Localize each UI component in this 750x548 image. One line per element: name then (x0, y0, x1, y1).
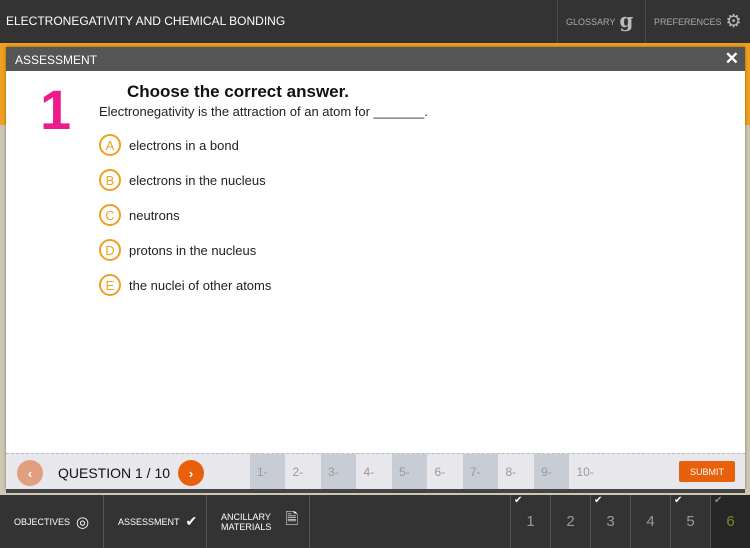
question-jump-5[interactable]: 5- (392, 454, 427, 490)
answer-option-c[interactable]: Cneutrons (99, 204, 180, 226)
option-text: the nuclei of other atoms (129, 277, 272, 293)
page-number: 2 (566, 513, 575, 530)
lesson-title: ELECTRONEGATIVITY AND CHEMICAL BONDING (6, 14, 286, 28)
close-icon[interactable]: ✕ (725, 49, 739, 69)
prev-question-button[interactable]: ‹ (17, 460, 43, 486)
modal-title: ASSESSMENT (15, 53, 98, 67)
option-text: protons in the nucleus (129, 242, 257, 258)
checkmark-icon: ✔ (185, 513, 198, 529)
option-letter: A (99, 134, 121, 156)
assessment-label: ASSESSMENT (118, 516, 180, 527)
page-3[interactable]: ✔ 3 (590, 495, 630, 548)
ancillary-line2: MATERIALS (221, 521, 272, 532)
question-jump-9[interactable]: 9- (534, 454, 569, 490)
glossary-label: GLOSSARY (566, 16, 616, 27)
assessment-tab[interactable]: ASSESSMENT ✔ (104, 495, 207, 548)
objectives-label: OBJECTIVES (14, 516, 71, 527)
gear-icon: ⚙ (725, 11, 742, 31)
option-text: electrons in a bond (129, 137, 239, 153)
top-bar: ELECTRONEGATIVITY AND CHEMICAL BONDING G… (0, 0, 750, 43)
glossary-icon: g (619, 7, 634, 32)
page-number: 6 (726, 513, 735, 530)
option-letter: B (99, 169, 121, 191)
question-jump-4[interactable]: 4- (357, 454, 392, 490)
page-number: 3 (606, 513, 615, 530)
question-jump-8[interactable]: 8- (499, 454, 534, 490)
check-icon: ✔ (514, 495, 523, 506)
page-1[interactable]: ✔ 1 (510, 495, 550, 548)
option-letter: C (99, 204, 121, 226)
question-heading: Choose the correct answer. (127, 82, 350, 101)
option-letter: D (99, 239, 121, 261)
modal-header: ASSESSMENT ✕ (6, 47, 745, 71)
check-icon: ✔ (714, 495, 723, 506)
document-icon: 🗎 (285, 511, 299, 528)
check-icon: ✔ (594, 495, 603, 506)
bottom-nav: OBJECTIVES ◎ ASSESSMENT ✔ ANCILLARY MATERIA… (0, 495, 750, 548)
option-text: electrons in the nucleus (129, 172, 266, 188)
page-number: 4 (646, 513, 655, 530)
question-jump-2[interactable]: 2- (286, 454, 321, 490)
question-number: 1 (40, 78, 72, 141)
target-icon: ◎ (76, 513, 90, 531)
question-jump-6[interactable]: 6- (428, 454, 463, 490)
option-letter: E (99, 274, 121, 296)
option-text: neutrons (129, 207, 180, 223)
page-4[interactable]: 4 (630, 495, 670, 548)
page-5[interactable]: ✔ 5 (670, 495, 710, 548)
preferences-label: PREFERENCES (654, 16, 722, 27)
question-footer: ‹ QUESTION 1 / 10 › 1- 2- 3- 4- 5- 6- 7- 8- 9- 10… (6, 453, 745, 493)
glossary-button[interactable]: GLOSSARY g (557, 0, 645, 43)
check-icon: ✔ (674, 495, 683, 506)
question-jump-10[interactable]: 10- (570, 454, 605, 490)
question-text: Electronegativity is the attraction of a… (99, 104, 428, 119)
answer-option-d[interactable]: Dprotons in the nucleus (99, 239, 256, 261)
ancillary-line1: ANCILLARY (221, 511, 271, 522)
page-2[interactable]: 2 (550, 495, 590, 548)
assessment-modal: ASSESSMENT ✕ 1 Choose the correct answer… (6, 47, 745, 493)
submit-button[interactable]: SUBMIT (679, 461, 735, 482)
question-jump-1[interactable]: 1- (250, 454, 285, 490)
page-number: 1 (526, 513, 535, 530)
answer-option-b[interactable]: Belectrons in the nucleus (99, 169, 266, 191)
question-jump-3[interactable]: 3- (321, 454, 356, 490)
objectives-tab[interactable]: OBJECTIVES ◎ (0, 495, 104, 548)
next-question-button[interactable]: › (178, 460, 204, 486)
question-jump-7[interactable]: 7- (463, 454, 498, 490)
page-number: 5 (686, 513, 695, 530)
answer-option-a[interactable]: Aelectrons in a bond (99, 134, 239, 156)
page-6[interactable]: ✔ 6 (710, 495, 750, 548)
question-counter: QUESTION 1 / 10 (58, 465, 171, 481)
ancillary-label: ANCILLARY MATERIALS (221, 512, 271, 532)
preferences-button[interactable]: PREFERENCES ⚙ (645, 0, 750, 43)
ancillary-materials-tab[interactable]: ANCILLARY MATERIALS 🗎 (207, 495, 310, 548)
answer-option-e[interactable]: Ethe nuclei of other atoms (99, 274, 271, 296)
